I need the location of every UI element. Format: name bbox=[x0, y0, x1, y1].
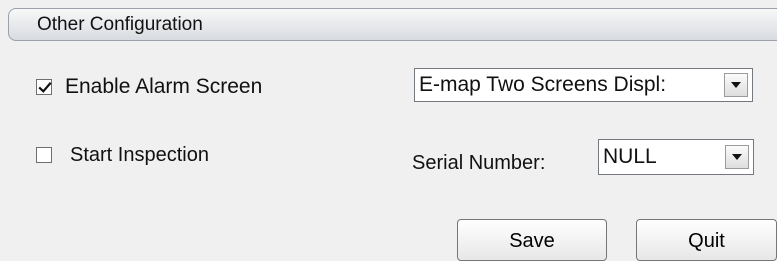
enable-alarm-screen-checkbox[interactable] bbox=[36, 79, 52, 95]
checkmark-icon bbox=[38, 82, 52, 93]
display-mode-value: E-map Two Screens Displ: bbox=[419, 74, 667, 96]
chevron-down-icon bbox=[732, 154, 742, 160]
serial-number-label: Serial Number: bbox=[412, 152, 546, 174]
chevron-down-icon bbox=[731, 82, 741, 88]
other-configuration-header: Other Configuration bbox=[8, 8, 777, 41]
display-mode-select[interactable]: E-map Two Screens Displ: bbox=[414, 68, 753, 102]
start-inspection-option[interactable]: Start Inspection bbox=[36, 144, 209, 166]
enable-alarm-screen-option[interactable]: Enable Alarm Screen bbox=[36, 76, 262, 98]
serial-number-value: NULL bbox=[603, 146, 657, 168]
serial-number-select[interactable]: NULL bbox=[598, 139, 754, 175]
start-inspection-checkbox[interactable] bbox=[36, 147, 52, 163]
panel-title: Other Configuration bbox=[37, 14, 203, 35]
display-mode-dropdown-button[interactable] bbox=[724, 73, 748, 97]
quit-button[interactable]: Quit bbox=[636, 219, 777, 261]
start-inspection-label: Start Inspection bbox=[70, 144, 209, 166]
save-button[interactable]: Save bbox=[457, 219, 607, 261]
serial-number-dropdown-button[interactable] bbox=[725, 145, 749, 169]
enable-alarm-screen-label: Enable Alarm Screen bbox=[65, 75, 263, 98]
